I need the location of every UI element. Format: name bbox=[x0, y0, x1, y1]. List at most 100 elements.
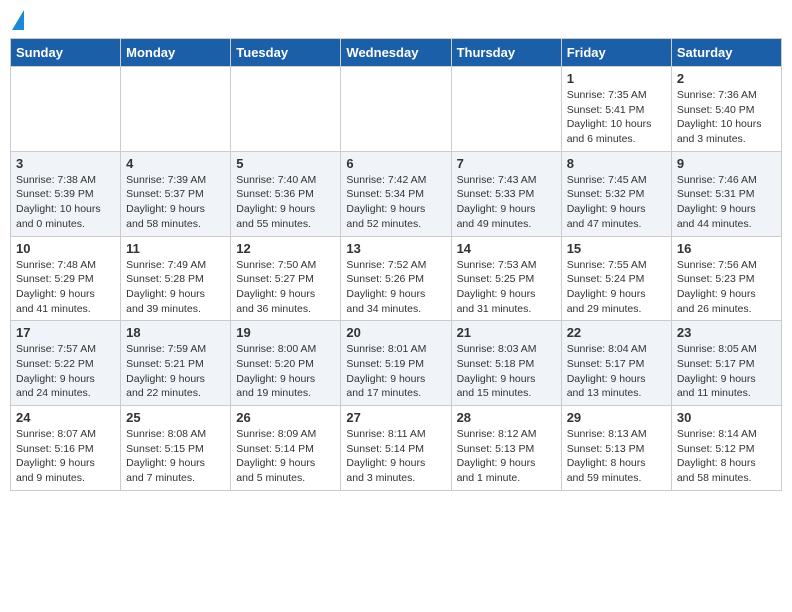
day-cell: 9 Sunrise: 7:46 AM Sunset: 5:31 PM Daylig… bbox=[671, 151, 781, 236]
day-cell: 20 Sunrise: 8:01 AM Sunset: 5:19 PM Dayli… bbox=[341, 321, 451, 406]
day-cell: 1Sunrise: 7:35 AM Sunset: 5:41 PM Daylig… bbox=[561, 67, 671, 152]
day-info: Sunrise: 8:03 AM Sunset: 5:18 PM Dayligh… bbox=[457, 342, 556, 401]
day-cell: 26 Sunrise: 8:09 AM Sunset: 5:14 PM Dayli… bbox=[231, 406, 341, 491]
day-cell: 7Sunrise: 7:43 AM Sunset: 5:33 PM Daylig… bbox=[451, 151, 561, 236]
week-row-3: 10 Sunrise: 7:48 AM Sunset: 5:29 PM Dayli… bbox=[11, 236, 782, 321]
day-cell: 28 Sunrise: 8:12 AM Sunset: 5:13 PM Dayli… bbox=[451, 406, 561, 491]
day-number: 7 bbox=[457, 156, 556, 171]
day-info: Sunrise: 8:09 AM Sunset: 5:14 PM Dayligh… bbox=[236, 427, 335, 486]
day-cell: 24 Sunrise: 8:07 AM Sunset: 5:16 PM Dayli… bbox=[11, 406, 121, 491]
day-info: Sunrise: 7:56 AM Sunset: 5:23 PM Dayligh… bbox=[677, 258, 776, 317]
day-info: Sunrise: 7:59 AM Sunset: 5:21 PM Dayligh… bbox=[126, 342, 225, 401]
day-info: Sunrise: 8:12 AM Sunset: 5:13 PM Dayligh… bbox=[457, 427, 556, 486]
day-cell: 12 Sunrise: 7:50 AM Sunset: 5:27 PM Dayli… bbox=[231, 236, 341, 321]
col-header-monday: Monday bbox=[121, 39, 231, 67]
day-number: 4 bbox=[126, 156, 225, 171]
day-number: 18 bbox=[126, 325, 225, 340]
week-row-5: 24 Sunrise: 8:07 AM Sunset: 5:16 PM Dayli… bbox=[11, 406, 782, 491]
day-number: 29 bbox=[567, 410, 666, 425]
day-cell: 30Sunrise: 8:14 AM Sunset: 5:12 PM Dayli… bbox=[671, 406, 781, 491]
day-info: Sunrise: 7:57 AM Sunset: 5:22 PM Dayligh… bbox=[16, 342, 115, 401]
day-info: Sunrise: 8:04 AM Sunset: 5:17 PM Dayligh… bbox=[567, 342, 666, 401]
day-number: 16 bbox=[677, 241, 776, 256]
day-number: 20 bbox=[346, 325, 445, 340]
day-cell: 8 Sunrise: 7:45 AM Sunset: 5:32 PM Daylig… bbox=[561, 151, 671, 236]
day-number: 19 bbox=[236, 325, 335, 340]
calendar-table: SundayMondayTuesdayWednesdayThursdayFrid… bbox=[10, 38, 782, 491]
col-header-tuesday: Tuesday bbox=[231, 39, 341, 67]
day-info: Sunrise: 7:52 AM Sunset: 5:26 PM Dayligh… bbox=[346, 258, 445, 317]
day-info: Sunrise: 7:36 AM Sunset: 5:40 PM Dayligh… bbox=[677, 88, 776, 147]
header-row: SundayMondayTuesdayWednesdayThursdayFrid… bbox=[11, 39, 782, 67]
day-number: 9 bbox=[677, 156, 776, 171]
day-cell: 5 Sunrise: 7:40 AM Sunset: 5:36 PM Daylig… bbox=[231, 151, 341, 236]
day-number: 24 bbox=[16, 410, 115, 425]
day-cell: 10 Sunrise: 7:48 AM Sunset: 5:29 PM Dayli… bbox=[11, 236, 121, 321]
header bbox=[10, 10, 782, 30]
day-cell: 13 Sunrise: 7:52 AM Sunset: 5:26 PM Dayli… bbox=[341, 236, 451, 321]
day-number: 22 bbox=[567, 325, 666, 340]
day-info: Sunrise: 8:11 AM Sunset: 5:14 PM Dayligh… bbox=[346, 427, 445, 486]
day-cell bbox=[11, 67, 121, 152]
day-number: 25 bbox=[126, 410, 225, 425]
day-cell bbox=[121, 67, 231, 152]
logo-icon bbox=[12, 10, 24, 30]
day-cell: 19Sunrise: 8:00 AM Sunset: 5:20 PM Dayli… bbox=[231, 321, 341, 406]
day-info: Sunrise: 8:05 AM Sunset: 5:17 PM Dayligh… bbox=[677, 342, 776, 401]
day-cell: 25 Sunrise: 8:08 AM Sunset: 5:15 PM Dayli… bbox=[121, 406, 231, 491]
day-number: 1 bbox=[567, 71, 666, 86]
day-cell: 22 Sunrise: 8:04 AM Sunset: 5:17 PM Dayli… bbox=[561, 321, 671, 406]
day-cell: 23 Sunrise: 8:05 AM Sunset: 5:17 PM Dayli… bbox=[671, 321, 781, 406]
logo bbox=[10, 10, 24, 30]
day-number: 8 bbox=[567, 156, 666, 171]
day-info: Sunrise: 7:40 AM Sunset: 5:36 PM Dayligh… bbox=[236, 173, 335, 232]
day-info: Sunrise: 7:46 AM Sunset: 5:31 PM Dayligh… bbox=[677, 173, 776, 232]
day-cell: 6 Sunrise: 7:42 AM Sunset: 5:34 PM Daylig… bbox=[341, 151, 451, 236]
day-number: 26 bbox=[236, 410, 335, 425]
week-row-1: 1Sunrise: 7:35 AM Sunset: 5:41 PM Daylig… bbox=[11, 67, 782, 152]
day-number: 28 bbox=[457, 410, 556, 425]
day-info: Sunrise: 7:42 AM Sunset: 5:34 PM Dayligh… bbox=[346, 173, 445, 232]
day-cell bbox=[231, 67, 341, 152]
day-cell: 16 Sunrise: 7:56 AM Sunset: 5:23 PM Dayli… bbox=[671, 236, 781, 321]
day-info: Sunrise: 7:39 AM Sunset: 5:37 PM Dayligh… bbox=[126, 173, 225, 232]
day-info: Sunrise: 8:08 AM Sunset: 5:15 PM Dayligh… bbox=[126, 427, 225, 486]
week-row-4: 17Sunrise: 7:57 AM Sunset: 5:22 PM Dayli… bbox=[11, 321, 782, 406]
day-number: 6 bbox=[346, 156, 445, 171]
col-header-saturday: Saturday bbox=[671, 39, 781, 67]
day-number: 15 bbox=[567, 241, 666, 256]
week-row-2: 3Sunrise: 7:38 AM Sunset: 5:39 PM Daylig… bbox=[11, 151, 782, 236]
day-info: Sunrise: 7:45 AM Sunset: 5:32 PM Dayligh… bbox=[567, 173, 666, 232]
day-info: Sunrise: 8:01 AM Sunset: 5:19 PM Dayligh… bbox=[346, 342, 445, 401]
day-info: Sunrise: 7:49 AM Sunset: 5:28 PM Dayligh… bbox=[126, 258, 225, 317]
day-number: 12 bbox=[236, 241, 335, 256]
day-cell: 2 Sunrise: 7:36 AM Sunset: 5:40 PM Daylig… bbox=[671, 67, 781, 152]
day-number: 2 bbox=[677, 71, 776, 86]
day-cell: 14 Sunrise: 7:53 AM Sunset: 5:25 PM Dayli… bbox=[451, 236, 561, 321]
day-number: 10 bbox=[16, 241, 115, 256]
day-number: 23 bbox=[677, 325, 776, 340]
day-cell bbox=[451, 67, 561, 152]
day-info: Sunrise: 7:48 AM Sunset: 5:29 PM Dayligh… bbox=[16, 258, 115, 317]
day-cell: 4 Sunrise: 7:39 AM Sunset: 5:37 PM Daylig… bbox=[121, 151, 231, 236]
day-cell: 21 Sunrise: 8:03 AM Sunset: 5:18 PM Dayli… bbox=[451, 321, 561, 406]
col-header-friday: Friday bbox=[561, 39, 671, 67]
day-info: Sunrise: 8:07 AM Sunset: 5:16 PM Dayligh… bbox=[16, 427, 115, 486]
day-info: Sunrise: 7:38 AM Sunset: 5:39 PM Dayligh… bbox=[16, 173, 115, 232]
day-info: Sunrise: 7:50 AM Sunset: 5:27 PM Dayligh… bbox=[236, 258, 335, 317]
day-cell: 11Sunrise: 7:49 AM Sunset: 5:28 PM Dayli… bbox=[121, 236, 231, 321]
day-cell: 3Sunrise: 7:38 AM Sunset: 5:39 PM Daylig… bbox=[11, 151, 121, 236]
day-number: 14 bbox=[457, 241, 556, 256]
day-cell: 15 Sunrise: 7:55 AM Sunset: 5:24 PM Dayli… bbox=[561, 236, 671, 321]
day-info: Sunrise: 7:53 AM Sunset: 5:25 PM Dayligh… bbox=[457, 258, 556, 317]
day-info: Sunrise: 8:13 AM Sunset: 5:13 PM Dayligh… bbox=[567, 427, 666, 486]
day-number: 13 bbox=[346, 241, 445, 256]
day-number: 27 bbox=[346, 410, 445, 425]
day-info: Sunrise: 8:14 AM Sunset: 5:12 PM Dayligh… bbox=[677, 427, 776, 486]
day-cell: 17Sunrise: 7:57 AM Sunset: 5:22 PM Dayli… bbox=[11, 321, 121, 406]
day-number: 21 bbox=[457, 325, 556, 340]
day-info: Sunrise: 7:55 AM Sunset: 5:24 PM Dayligh… bbox=[567, 258, 666, 317]
day-cell: 18 Sunrise: 7:59 AM Sunset: 5:21 PM Dayli… bbox=[121, 321, 231, 406]
col-header-thursday: Thursday bbox=[451, 39, 561, 67]
day-number: 5 bbox=[236, 156, 335, 171]
